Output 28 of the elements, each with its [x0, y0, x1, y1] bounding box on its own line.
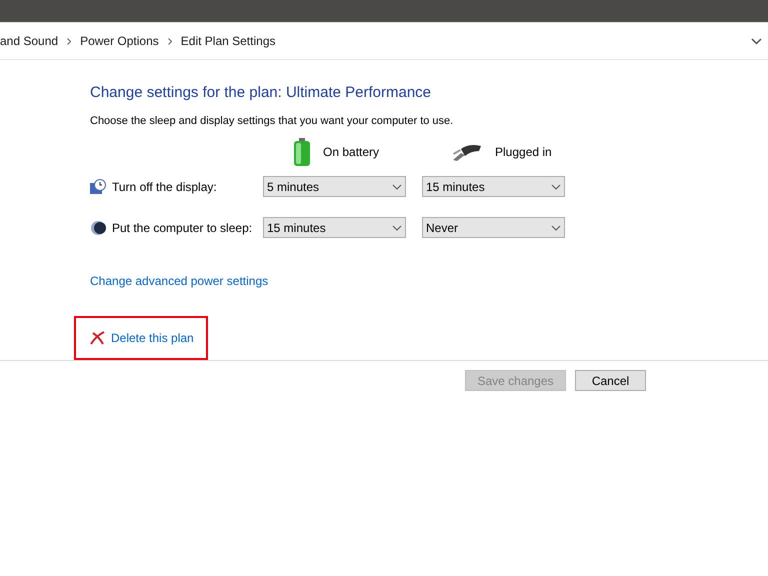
chevron-down-icon — [392, 224, 402, 230]
chevron-down-icon — [551, 184, 561, 190]
page-description: Choose the sleep and display settings that you want your computer to use. — [90, 114, 454, 128]
plug-icon — [451, 143, 483, 161]
chevron-down-icon — [392, 184, 402, 190]
delete-plan-link[interactable]: Delete this plan — [111, 329, 194, 347]
advanced-settings-link[interactable]: Change advanced power settings — [90, 272, 268, 290]
column-header: On battery — [323, 144, 380, 161]
chevron-right-icon — [168, 38, 172, 44]
moon-icon — [90, 220, 106, 236]
breadcrumb-item[interactable]: and Sound — [0, 32, 58, 50]
setting-label: Put the computer to sleep: — [112, 220, 252, 236]
chevron-down-icon — [551, 224, 561, 230]
dialog-button[interactable]: Cancel — [575, 370, 646, 391]
dropdown[interactable]: 15 minutes — [263, 217, 406, 238]
dropdown[interactable]: 5 minutes — [263, 176, 406, 197]
monitor-clock-icon — [90, 178, 106, 194]
page-title: Change settings for the plan: Ultimate Performance — [90, 83, 432, 103]
battery-icon — [293, 138, 311, 166]
setting-label: Turn off the display: — [112, 178, 217, 196]
dropdown[interactable]: Never — [422, 217, 565, 238]
chevron-down-icon[interactable] — [751, 38, 762, 44]
chevron-right-icon — [67, 38, 72, 44]
breadcrumb-item[interactable]: Power Options — [80, 32, 159, 50]
breadcrumb-item[interactable]: Edit Plan Settings — [180, 32, 276, 50]
column-header: Plugged in — [495, 144, 552, 161]
cross-icon — [90, 331, 106, 345]
dropdown[interactable]: 15 minutes — [422, 176, 565, 197]
